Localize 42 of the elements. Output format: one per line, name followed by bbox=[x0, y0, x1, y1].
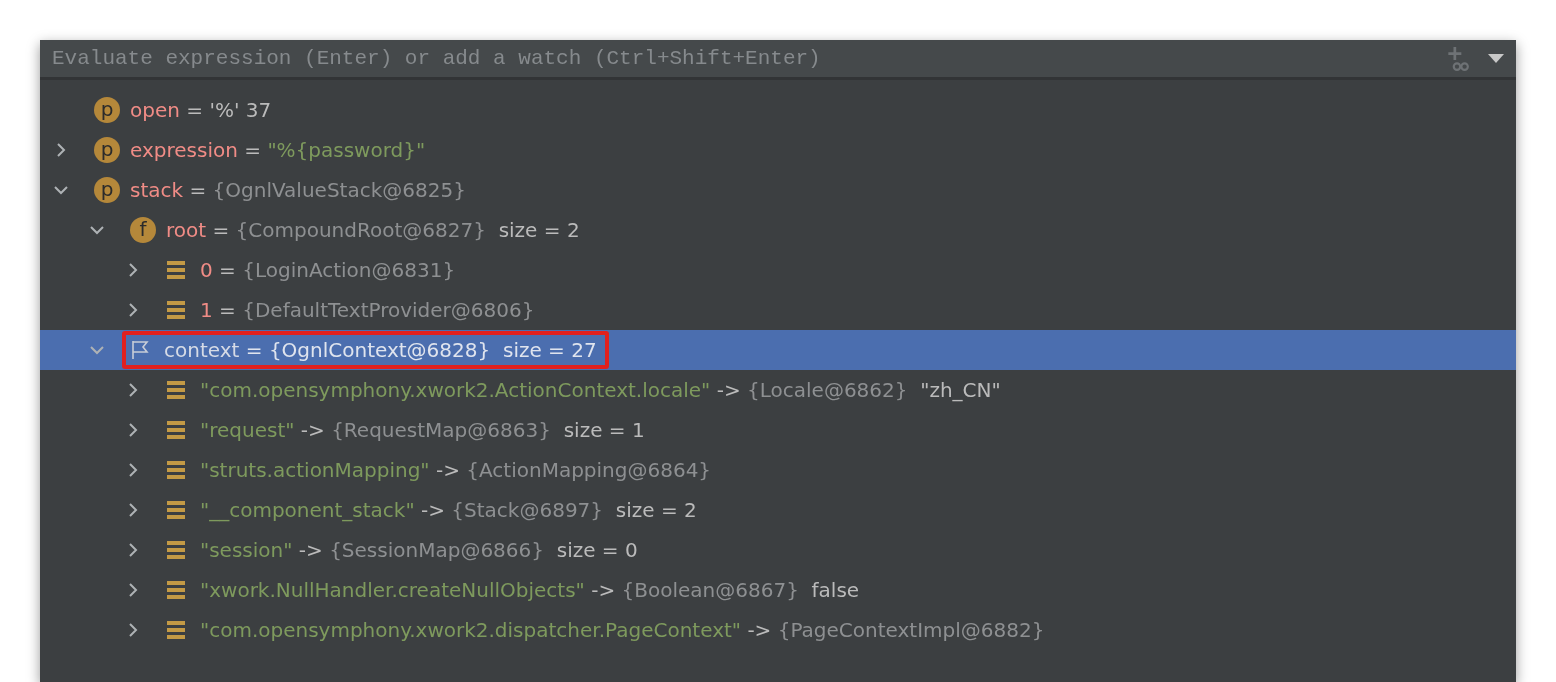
variable-text: "struts.actionMapping" -> {ActionMapping@6864} bbox=[200, 458, 712, 482]
flag-icon bbox=[130, 340, 150, 360]
variable-text: context = {OgnlContext@6828} size = 27 bbox=[164, 338, 597, 362]
chevron-right-icon[interactable] bbox=[126, 583, 140, 597]
selected-row[interactable]: context = {OgnlContext@6828} size = 27 bbox=[40, 330, 1516, 370]
list-icon bbox=[166, 380, 186, 400]
variable-text: stack = {OgnlValueStack@6825} bbox=[130, 178, 466, 202]
variable-text: "com.opensymphony.xwork2.dispatcher.PageContext" -> {PageContextImpl@6882} bbox=[200, 618, 1045, 642]
variable-text: expression = "%{password}" bbox=[130, 138, 426, 162]
field-badge-icon: p bbox=[94, 177, 120, 203]
chevron-right-icon[interactable] bbox=[126, 543, 140, 557]
chevron-right-icon[interactable] bbox=[126, 303, 140, 317]
list-icon bbox=[166, 300, 186, 320]
chevron-right-icon[interactable] bbox=[126, 423, 140, 437]
variable-text: open = '%' 37 bbox=[130, 98, 272, 122]
variable-text: "request" -> {RequestMap@6863} size = 1 bbox=[200, 418, 645, 442]
list-icon bbox=[166, 420, 186, 440]
chevron-down-icon[interactable] bbox=[54, 183, 68, 197]
list-icon bbox=[166, 580, 186, 600]
list-icon bbox=[166, 620, 186, 640]
variable-text: "xwork.NullHandler.createNullObjects" -> {Boolean@6867} false bbox=[200, 578, 860, 602]
list-icon bbox=[166, 540, 186, 560]
field-badge-icon: p bbox=[94, 97, 120, 123]
chevron-right-icon[interactable] bbox=[126, 383, 140, 397]
list-icon bbox=[166, 260, 186, 280]
list-icon bbox=[166, 460, 186, 480]
chevron-right-icon[interactable] bbox=[126, 263, 140, 277]
variable-text: "session" -> {SessionMap@6866} size = 0 bbox=[200, 538, 638, 562]
chevron-down-icon[interactable] bbox=[90, 223, 104, 237]
chevron-right-icon[interactable] bbox=[54, 143, 68, 157]
list-icon bbox=[166, 500, 186, 520]
variable-text: "com.opensymphony.xwork2.ActionContext.locale" -> {Locale@6862} "zh_CN" bbox=[200, 378, 1001, 402]
chevron-right-icon[interactable] bbox=[126, 623, 140, 637]
variable-text: "__component_stack" -> {Stack@6897} size = 2 bbox=[200, 498, 697, 522]
chevron-right-icon[interactable] bbox=[126, 503, 140, 517]
field-badge-icon: p bbox=[94, 137, 120, 163]
variable-text: root = {CompoundRoot@6827} size = 2 bbox=[166, 218, 580, 242]
chevron-right-icon[interactable] bbox=[126, 463, 140, 477]
field-badge-icon: f bbox=[130, 217, 156, 243]
dropdown-icon[interactable] bbox=[1488, 53, 1504, 64]
variable-text: 0 = {LoginAction@6831} bbox=[200, 258, 456, 282]
variable-text: 1 = {DefaultTextProvider@6806} bbox=[200, 298, 535, 322]
